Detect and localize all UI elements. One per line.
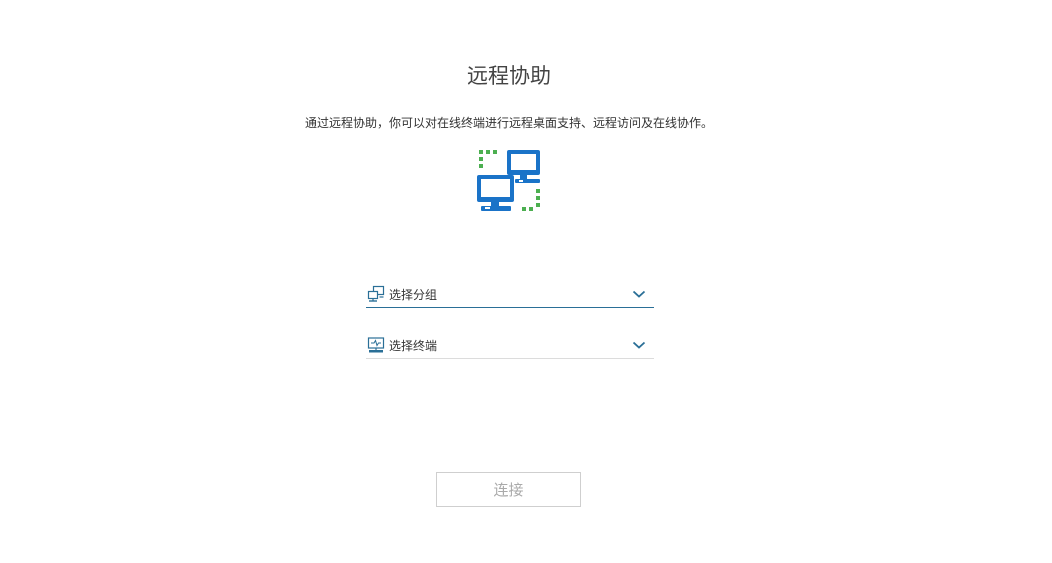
page-title: 远程协助 (467, 64, 551, 88)
group-select[interactable]: 选择分组 (366, 283, 654, 308)
terminal-select-placeholder: 选择终端 (389, 339, 438, 353)
page-description: 通过远程协助，你可以对在线终端进行远程桌面支持、远程访问及在线协作。 (304, 116, 713, 130)
remote-computers-icon (477, 150, 540, 211)
terminal-select[interactable]: 选择终端 (366, 334, 654, 359)
chevron-down-icon[interactable] (632, 289, 646, 299)
group-select-placeholder: 选择分组 (389, 288, 438, 302)
terminal-monitor-icon (367, 337, 385, 353)
group-network-icon (367, 285, 385, 302)
chevron-down-icon[interactable] (632, 340, 646, 350)
remote-assist-page: 远程协助 通过远程协助，你可以对在线终端进行远程桌面支持、远程访问及在线协作。 (0, 0, 1052, 563)
connect-button[interactable]: 连接 (436, 472, 581, 507)
